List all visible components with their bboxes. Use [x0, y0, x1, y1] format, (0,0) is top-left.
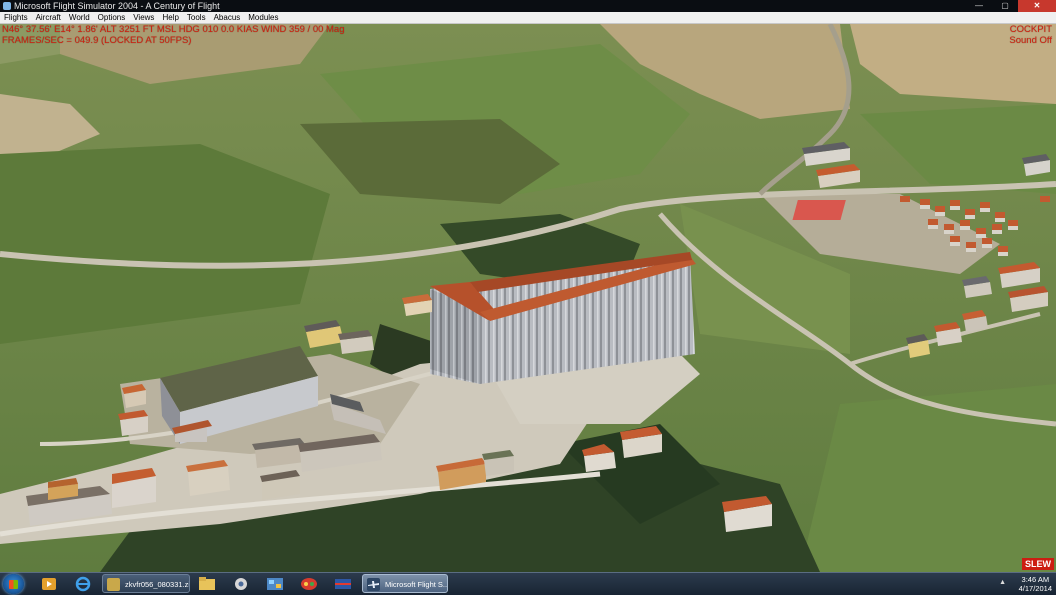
taskbar-task-flight-simulator-label: Microsoft Flight S...: [385, 580, 448, 589]
archive-icon: [107, 578, 120, 591]
flag-app-icon[interactable]: [330, 575, 356, 593]
tray-expand-icon[interactable]: ▲: [999, 579, 1006, 586]
slew-indicator: SLEW: [1022, 558, 1054, 570]
terrain-scene: [0, 24, 1056, 572]
game-app-icon[interactable]: [296, 575, 322, 593]
close-button[interactable]: ✕: [1018, 0, 1056, 12]
menu-world[interactable]: World: [65, 12, 94, 23]
window-title: Microsoft Flight Simulator 2004 - A Cent…: [14, 1, 220, 11]
hud-position-line: N46° 37.56' E14° 1.86' ALT 3251 FT MSL H…: [2, 24, 345, 35]
taskbar-task-archive-label: zkvfr056_080331.zi...: [125, 580, 190, 589]
airplane-icon: [367, 578, 380, 591]
window-title-bar[interactable]: Microsoft Flight Simulator 2004 - A Cent…: [0, 0, 1056, 12]
menu-abacus[interactable]: Abacus: [210, 12, 245, 23]
clock-date: 4/17/2014: [1018, 584, 1052, 593]
hud-status: COCKPIT Sound Off: [1009, 24, 1052, 46]
hud-readout: N46° 37.56' E14° 1.86' ALT 3251 FT MSL H…: [2, 24, 345, 46]
file-explorer-icon[interactable]: [194, 575, 220, 593]
minimize-button[interactable]: —: [966, 0, 992, 12]
media-player-icon[interactable]: [36, 575, 62, 593]
menu-modules[interactable]: Modules: [244, 12, 282, 23]
menu-bar: Flights Aircraft World Options Views Hel…: [0, 12, 1056, 24]
menu-help[interactable]: Help: [158, 12, 182, 23]
window-controls: — ▢ ✕: [966, 0, 1056, 12]
system-clock[interactable]: 3:46 AM 4/17/2014: [1019, 575, 1052, 593]
hud-view-mode: COCKPIT: [1009, 24, 1052, 35]
taskbar-task-flight-simulator[interactable]: Microsoft Flight S...: [362, 574, 448, 593]
windows-logo-icon: [9, 580, 18, 589]
start-button[interactable]: [3, 574, 24, 594]
clock-time: 3:46 AM: [1021, 575, 1050, 584]
menu-flights[interactable]: Flights: [0, 12, 32, 23]
simulator-viewport[interactable]: [0, 24, 1056, 572]
tool-icon[interactable]: [228, 575, 254, 593]
taskbar: zkvfr056_080331.zi... Microsoft Flight S…: [0, 572, 1056, 595]
hud-fps-line: FRAMES/SEC = 049.9 (LOCKED AT 50FPS): [2, 35, 192, 46]
taskbar-task-archive[interactable]: zkvfr056_080331.zi...: [102, 574, 190, 593]
menu-views[interactable]: Views: [129, 12, 158, 23]
menu-options[interactable]: Options: [94, 12, 130, 23]
maximize-button[interactable]: ▢: [992, 0, 1018, 12]
menu-tools[interactable]: Tools: [183, 12, 210, 23]
hud-sound-status: Sound Off: [1009, 35, 1052, 46]
app-icon: [3, 2, 11, 10]
menu-aircraft[interactable]: Aircraft: [32, 12, 65, 23]
control-panel-icon[interactable]: [262, 575, 288, 593]
internet-explorer-icon[interactable]: [70, 575, 96, 593]
